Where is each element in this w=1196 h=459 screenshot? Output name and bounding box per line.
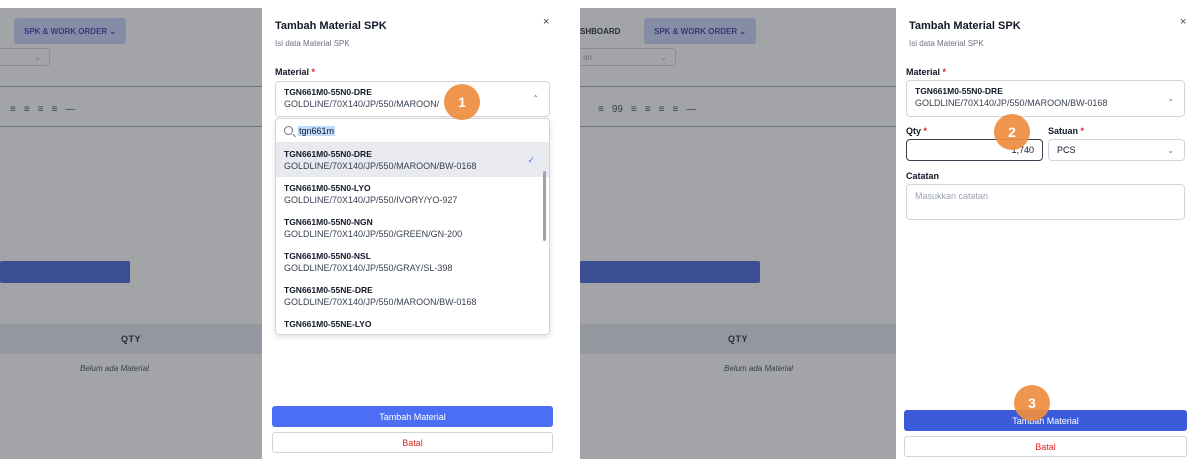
unit-select[interactable]: PCS ⌄	[1048, 139, 1185, 161]
dropdown-search[interactable]: tgn661m	[276, 119, 549, 143]
option-code: TGN661M0-55N0-NGN	[284, 217, 373, 227]
option-code: TGN661M0-55N0-LYO	[284, 183, 371, 193]
chevron-up-icon: ⌃	[532, 94, 539, 103]
material-label: Material *	[906, 67, 946, 77]
material-label: Material *	[275, 67, 315, 77]
unit-label: Satuan *	[1048, 126, 1084, 136]
option-code: TGN661M0-55NE-LYO	[284, 319, 372, 329]
material-option[interactable]: TGN661M0-55N0-NGN GOLDLINE/70X140/JP/550…	[276, 211, 549, 245]
required-mark: *	[1080, 126, 1085, 136]
chevron-down-icon: ⌄	[1167, 145, 1174, 155]
step-marker-1: 1	[444, 84, 480, 120]
option-desc: GOLDLINE/70X140/JP/550/GREEN/GN-200	[284, 229, 463, 239]
right-screenshot-panel: SHBOARD SPK & WORK ORDER ⌄ an ⌄ ≡ 99 ≡ ≡…	[580, 0, 1196, 459]
material-option[interactable]: TGN661M0-55N0-LYO GOLDLINE/70X140/JP/550…	[276, 177, 549, 211]
required-mark: *	[311, 67, 316, 77]
option-desc: GOLDLINE/70X140/JP/550/GRAY/SL-398	[284, 263, 453, 273]
step-marker-3: 3	[1014, 385, 1050, 421]
required-mark: *	[923, 126, 928, 136]
modal-title: Tambah Material SPK	[909, 20, 1021, 32]
unit-select-value: PCS	[1057, 145, 1076, 155]
material-label-text: Material	[275, 67, 310, 77]
step-marker-2: 2	[994, 114, 1030, 150]
material-select[interactable]: TGN661M0-55N0-DRE GOLDLINE/70X140/JP/550…	[906, 80, 1185, 117]
option-desc: GOLDLINE/70X140/JP/550/MAROON/BW-0168	[284, 297, 477, 307]
material-option[interactable]: TGN661M0-55N0-NSL GOLDLINE/70X140/JP/550…	[276, 245, 549, 279]
dropdown-scrollbar[interactable]	[543, 171, 546, 241]
notes-placeholder: Masukkan catatan	[915, 191, 989, 201]
close-icon[interactable]: ×	[1180, 16, 1186, 28]
modal-backdrop[interactable]	[0, 8, 262, 459]
search-input-value[interactable]: tgn661m	[298, 125, 336, 136]
selected-material-code: TGN661M0-55N0-DRE	[284, 87, 372, 97]
notes-label: Catatan	[906, 171, 940, 181]
add-material-button[interactable]: Tambah Material	[272, 406, 553, 427]
unit-label-text: Satuan	[1048, 126, 1079, 136]
chevron-down-icon: ⌄	[1167, 94, 1174, 103]
option-code: TGN661M0-55N0-NSL	[284, 251, 371, 261]
material-option[interactable]: TGN661M0-55NE-LYO	[276, 313, 549, 334]
option-desc: GOLDLINE/70X140/JP/550/MAROON/BW-0168	[284, 161, 477, 171]
modal-subtitle: Isi data Material SPK	[275, 39, 350, 48]
selected-material-desc: GOLDLINE/70X140/JP/550/MAROON/BW-0168	[915, 98, 1108, 108]
option-code: TGN661M0-55N0-DRE	[284, 149, 372, 159]
qty-label-text: Qty	[906, 126, 922, 136]
material-option[interactable]: TGN661M0-55N0-DRE GOLDLINE/70X140/JP/550…	[276, 143, 549, 177]
modal-title: Tambah Material SPK	[275, 20, 387, 32]
cancel-button[interactable]: Batal	[272, 432, 553, 453]
option-desc: GOLDLINE/70X140/JP/550/IVORY/YO-927	[284, 195, 458, 205]
modal-subtitle: Isi data Material SPK	[909, 39, 984, 48]
selected-material-desc: GOLDLINE/70X140/JP/550/MAROON/	[284, 99, 440, 109]
search-icon	[284, 126, 293, 135]
close-icon[interactable]: ×	[543, 16, 549, 28]
add-material-modal: Tambah Material SPK Isi data Material SP…	[262, 8, 560, 459]
check-icon: ✓	[527, 155, 535, 165]
notes-textarea[interactable]: Masukkan catatan	[906, 184, 1185, 220]
material-option[interactable]: TGN661M0-55NE-DRE GOLDLINE/70X140/JP/550…	[276, 279, 549, 313]
selected-material-code: TGN661M0-55N0-DRE	[915, 86, 1003, 96]
material-select[interactable]: TGN661M0-55N0-DRE GOLDLINE/70X140/JP/550…	[275, 81, 550, 117]
left-screenshot-panel: SPK & WORK ORDER ⌄ ⌄ ≡ ≡ ≡ ≡ — QTY Belum…	[0, 0, 566, 459]
material-label-text: Material	[906, 67, 941, 77]
option-code: TGN661M0-55NE-DRE	[284, 285, 373, 295]
modal-backdrop[interactable]	[580, 8, 896, 459]
qty-label: Qty *	[906, 126, 927, 136]
material-dropdown: tgn661m TGN661M0-55N0-DRE GOLDLINE/70X14…	[275, 118, 550, 335]
cancel-button[interactable]: Batal	[904, 436, 1187, 457]
required-mark: *	[942, 67, 947, 77]
